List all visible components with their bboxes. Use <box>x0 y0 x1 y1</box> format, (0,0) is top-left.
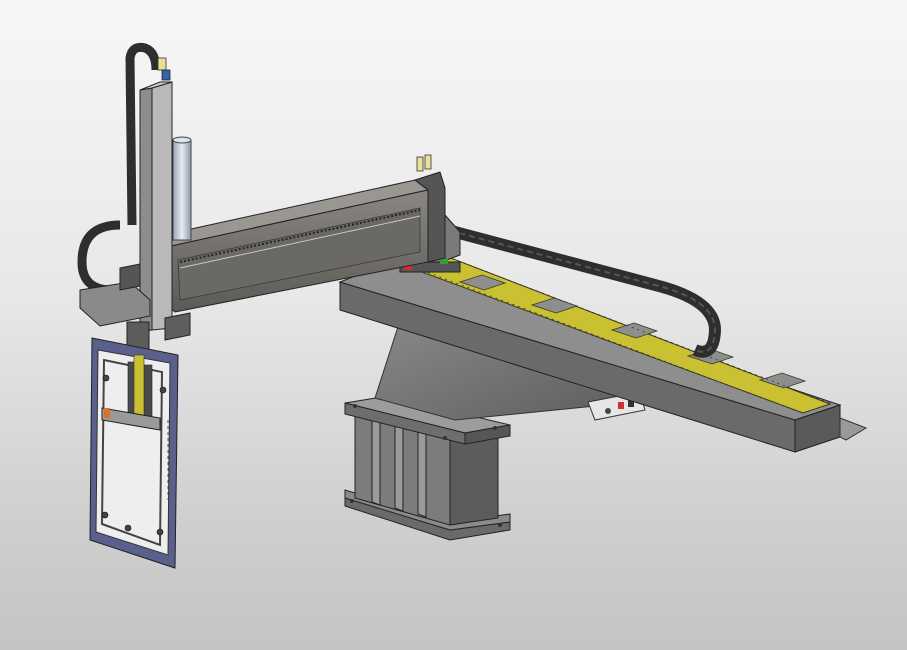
end-effector-frame <box>89 337 179 569</box>
blue-fitting <box>161 69 171 81</box>
cad-viewport[interactable] <box>0 0 907 650</box>
pneumatic-fittings-top <box>416 154 432 172</box>
base-pedestal <box>344 395 511 541</box>
gantry-robot-model <box>77 43 868 569</box>
effector-yellow-rail <box>133 354 145 421</box>
orange-sensor <box>104 408 110 418</box>
indicator-red-light <box>618 402 624 409</box>
pneumatic-cylinder <box>172 136 192 241</box>
pedestal-ribs <box>371 419 427 518</box>
